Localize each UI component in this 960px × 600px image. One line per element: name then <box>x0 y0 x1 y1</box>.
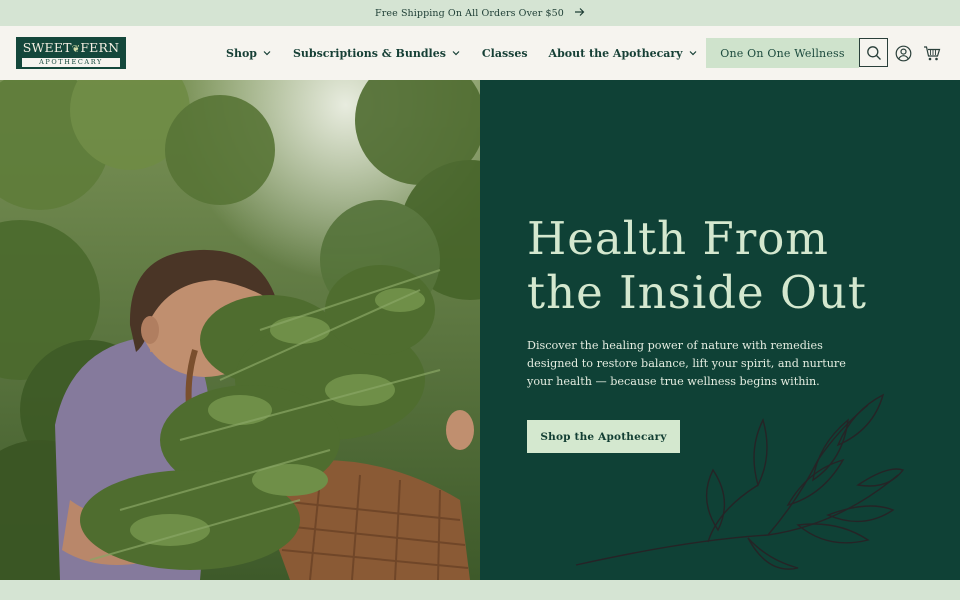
nav-label-about: About the Apothecary <box>548 46 683 60</box>
next-section-band <box>0 580 960 600</box>
search-icon <box>866 45 881 60</box>
cart-button[interactable] <box>921 42 943 64</box>
account-button[interactable] <box>892 42 914 64</box>
hero-image <box>0 80 480 580</box>
cart-icon <box>924 45 941 60</box>
logo[interactable]: SWEET❦FERN APOTHECARY <box>16 37 126 69</box>
chevron-down-icon <box>452 51 460 56</box>
herb-branch-illustration <box>575 393 905 570</box>
nav-label-shop: Shop <box>226 46 257 60</box>
arrow-right-icon[interactable] <box>574 7 585 19</box>
main-nav: Shop Subscriptions & Bundles Classes Abo… <box>226 26 698 80</box>
site-header: SWEET❦FERN APOTHECARY Shop Subscriptions… <box>0 26 960 80</box>
nav-item-classes[interactable]: Classes <box>482 47 528 60</box>
hero-panel: Health From the Inside Out Discover the … <box>480 80 960 580</box>
hero-title-line2: the Inside Out <box>527 266 867 319</box>
logo-text-fern: FERN <box>80 40 120 55</box>
chevron-down-icon <box>689 51 697 56</box>
hero-description: Discover the healing power of nature wit… <box>527 339 846 389</box>
nav-item-subscriptions[interactable]: Subscriptions & Bundles <box>293 47 461 60</box>
hero-title: Health From the Inside Out <box>527 212 927 320</box>
wellness-button[interactable]: One On One Wellness <box>706 38 859 68</box>
search-button[interactable] <box>859 38 888 67</box>
chevron-down-icon <box>263 51 271 56</box>
nav-item-about[interactable]: About the Apothecary <box>549 47 698 60</box>
nav-item-shop[interactable]: Shop <box>226 47 272 60</box>
herbalist-photo <box>0 80 480 580</box>
account-icon <box>895 45 911 61</box>
hero-title-line1: Health From <box>527 212 829 265</box>
logo-subtitle: APOTHECARY <box>22 58 120 67</box>
nav-label-subscriptions: Subscriptions & Bundles <box>292 46 446 60</box>
shop-apothecary-button[interactable]: Shop the Apothecary <box>527 420 680 453</box>
logo-text-sweet: SWEET <box>22 40 72 55</box>
announcement-text: Free Shipping On All Orders Over $50 <box>375 7 564 19</box>
nav-label-classes: Classes <box>481 46 528 60</box>
announcement-bar[interactable]: Free Shipping On All Orders Over $50 <box>0 0 960 26</box>
